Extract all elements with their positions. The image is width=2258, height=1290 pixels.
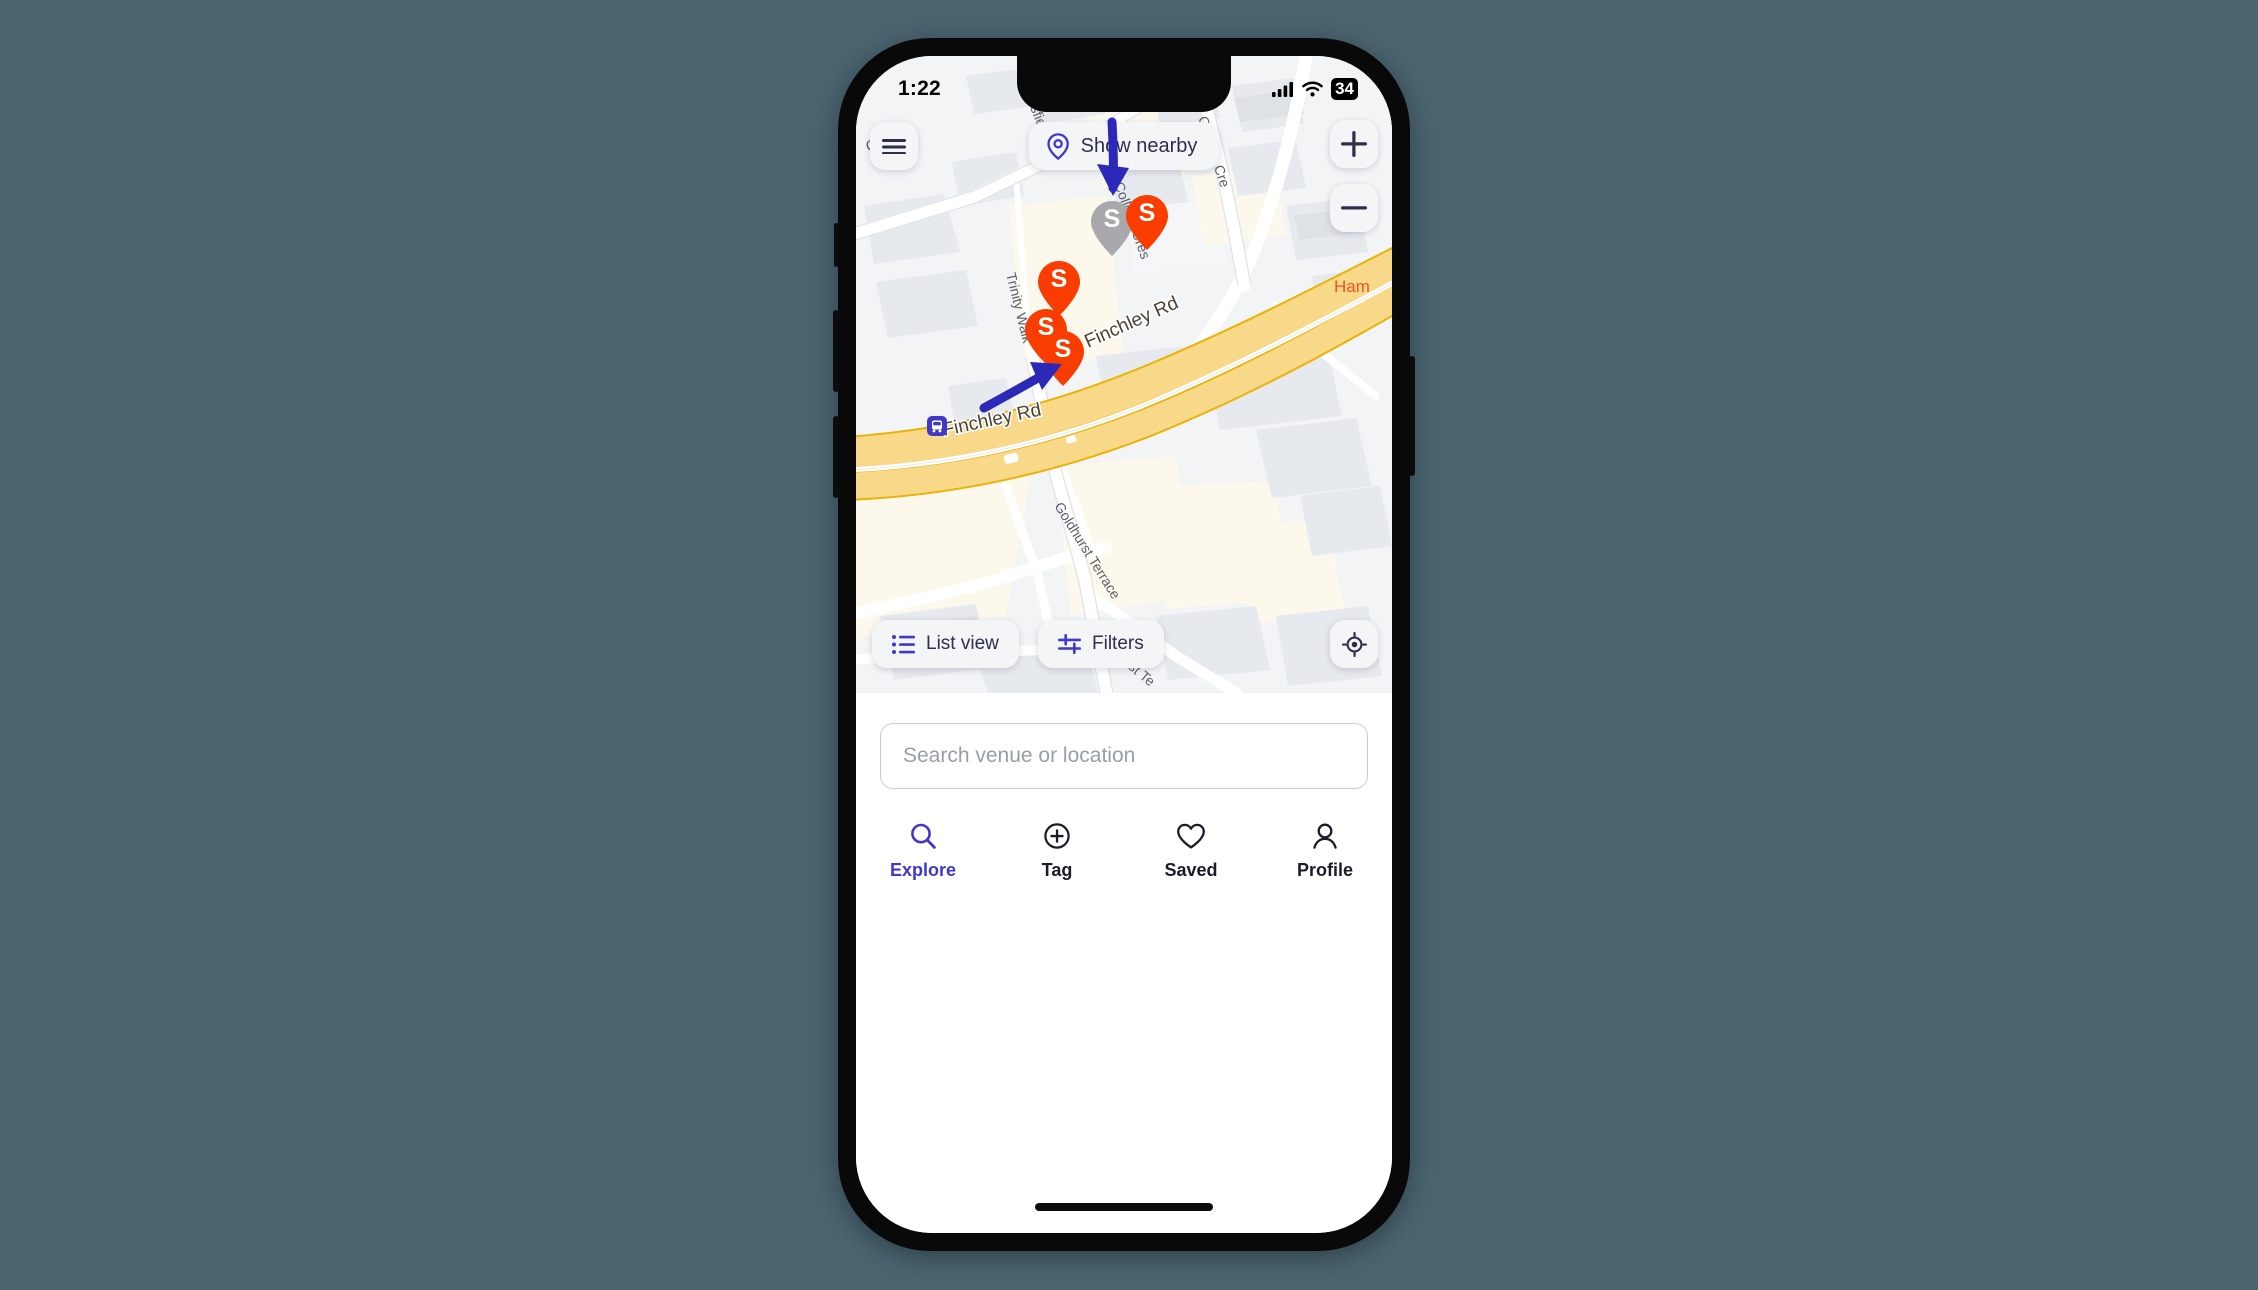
person-avatar-icon xyxy=(1311,821,1339,851)
screenshot-stage: Garde Maresfie College Cre College Cres … xyxy=(0,0,2258,1290)
marker-letter: S xyxy=(1054,335,1072,363)
tab-explore[interactable]: Explore xyxy=(856,821,990,881)
tab-tag[interactable]: Tag xyxy=(990,821,1124,881)
map-label-ham: Ham xyxy=(1334,277,1370,296)
phone-power-button xyxy=(1409,356,1415,476)
tab-saved-label: Saved xyxy=(1164,860,1218,880)
zoom-in-button[interactable] xyxy=(1330,120,1378,168)
bus-stop-icon xyxy=(927,416,947,436)
marker-letter: S xyxy=(1050,265,1068,293)
map-canvas[interactable]: Garde Maresfie College Cre College Cres … xyxy=(856,56,1392,693)
phone-screen: Garde Maresfie College Cre College Cres … xyxy=(856,56,1392,1233)
list-view-button[interactable]: List view xyxy=(872,620,1019,668)
bottom-sheet: Search venue or location Explore Tag Sav… xyxy=(856,693,1392,1233)
bottom-tab-bar: Explore Tag Saved Profile xyxy=(856,821,1392,881)
phone-volume-up-button xyxy=(833,310,839,392)
filters-label: Filters xyxy=(1092,633,1144,654)
minus-icon xyxy=(1341,206,1367,210)
search-placeholder: Search venue or location xyxy=(903,744,1136,767)
home-indicator xyxy=(1035,1203,1213,1211)
battery-level-label: 34 xyxy=(1331,78,1358,100)
plus-circle-icon xyxy=(1043,821,1071,851)
search-input[interactable]: Search venue or location xyxy=(880,723,1368,789)
list-view-label: List view xyxy=(926,633,999,654)
menu-button[interactable] xyxy=(870,122,918,170)
status-bar-clock: 1:22 xyxy=(898,77,941,100)
tab-profile[interactable]: Profile xyxy=(1258,821,1392,881)
crosshair-target-icon xyxy=(1341,631,1367,657)
hamburger-menu-icon xyxy=(882,139,906,154)
filters-button[interactable]: Filters xyxy=(1038,620,1164,668)
tab-profile-label: Profile xyxy=(1296,860,1353,880)
phone-volume-down-button xyxy=(833,416,839,498)
status-bar-indicators: 34 xyxy=(1272,78,1358,100)
location-pin-icon xyxy=(1047,132,1069,160)
tab-tag-label: Tag xyxy=(1041,860,1073,880)
marker-letter: S xyxy=(1138,199,1156,227)
battery-indicator: 34 xyxy=(1331,78,1358,100)
heart-icon xyxy=(1176,821,1206,851)
map-marker-venue[interactable]: S xyxy=(1125,194,1169,257)
plus-icon xyxy=(1341,131,1367,157)
wifi-icon xyxy=(1302,81,1323,97)
sliders-filter-icon xyxy=(1058,634,1081,654)
search-magnifier-icon xyxy=(909,821,937,851)
phone-device-frame: Garde Maresfie College Cre College Cres … xyxy=(833,38,1415,1251)
locate-me-button[interactable] xyxy=(1330,620,1378,668)
status-bar: 1:22 34 xyxy=(856,56,1392,114)
cellular-bars-icon xyxy=(1272,82,1294,97)
map-marker-venue[interactable]: S xyxy=(1041,330,1085,393)
show-nearby-button[interactable]: Show nearby xyxy=(1028,122,1220,170)
show-nearby-label: Show nearby xyxy=(1080,134,1198,157)
tab-saved[interactable]: Saved xyxy=(1124,821,1258,881)
list-icon xyxy=(892,634,915,654)
zoom-out-button[interactable] xyxy=(1330,184,1378,232)
phone-mute-switch xyxy=(834,223,839,267)
tab-explore-label: Explore xyxy=(889,860,957,880)
